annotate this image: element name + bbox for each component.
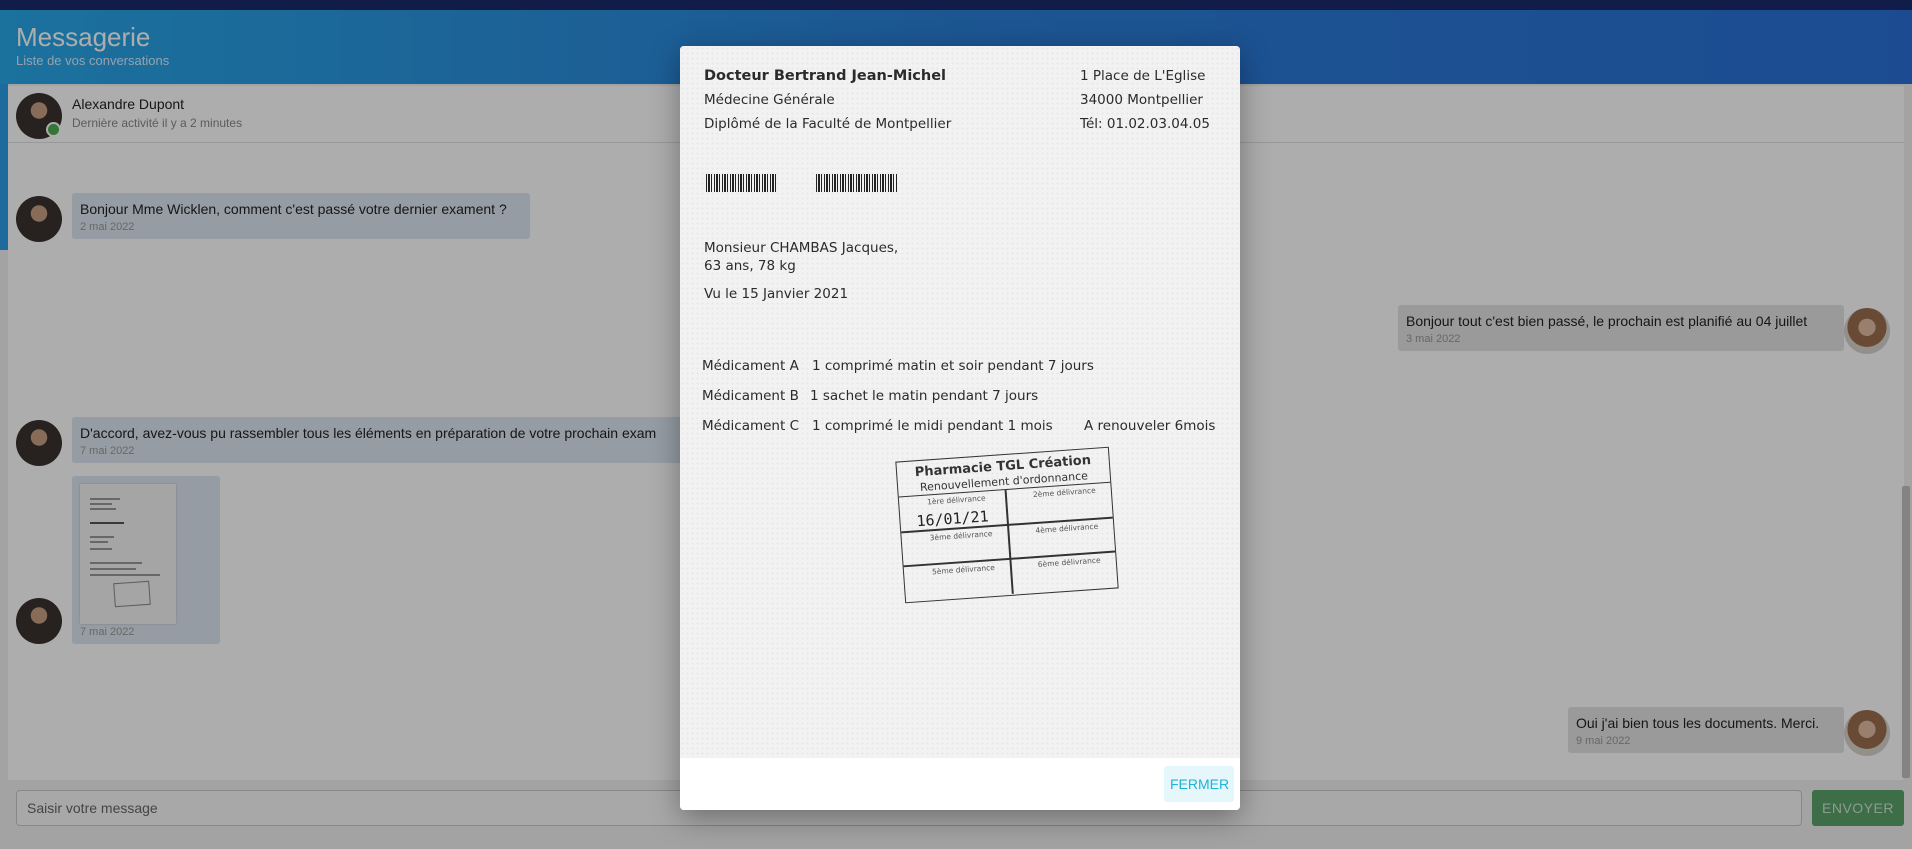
medication-dosage: 1 sachet le matin pendant 7 jours <box>810 388 1039 404</box>
medication-name: Médicament B <box>702 388 799 404</box>
stamp-cell-label: 5ème délivrance <box>931 562 996 577</box>
patient-info: 63 ans, 78 kg <box>704 258 796 274</box>
prescription-image: Docteur Bertrand Jean-Michel Médecine Gé… <box>680 46 1240 758</box>
stamp-cell-label: 3ème délivrance <box>929 529 993 543</box>
stamp-cell-label: 6ème délivrance <box>1037 555 1101 569</box>
doctor-diploma: Diplômé de la Faculté de Montpellier <box>704 116 952 132</box>
stamp-cell-label: 1ère délivrance <box>926 493 986 507</box>
stamp-cell-label: 4ème délivrance <box>1035 521 1099 536</box>
doctor-specialty: Médecine Générale <box>704 92 835 108</box>
doctor-address-line2: 34000 Montpellier <box>1080 92 1203 108</box>
patient-name: Monsieur CHAMBAS Jacques, <box>704 240 899 256</box>
barcode-icon <box>816 174 898 192</box>
medication-renewal-note: A renouveler 6mois <box>1084 418 1216 434</box>
attachment-preview-modal: Docteur Bertrand Jean-Michel Médecine Gé… <box>680 46 1240 810</box>
medication-name: Médicament A <box>702 358 799 374</box>
pharmacy-stamp: Pharmacie TGL Création Renouvellement d'… <box>895 446 1119 604</box>
doctor-name: Docteur Bertrand Jean-Michel <box>704 68 947 84</box>
medication-dosage: 1 comprimé le midi pendant 1 mois <box>812 418 1053 434</box>
doctor-phone: Tél: 01.02.03.04.05 <box>1080 116 1210 132</box>
doctor-address-line1: 1 Place de L'Eglise <box>1080 68 1206 84</box>
medication-name: Médicament C <box>702 418 799 434</box>
close-button[interactable]: FERMER <box>1164 766 1234 802</box>
stamp-cell-label: 2ème délivrance <box>1032 485 1096 500</box>
barcode-icon <box>706 174 776 192</box>
visit-date: Vu le 15 Janvier 2021 <box>704 286 849 302</box>
modal-footer: FERMER <box>680 758 1240 810</box>
medication-dosage: 1 comprimé matin et soir pendant 7 jours <box>812 358 1094 374</box>
